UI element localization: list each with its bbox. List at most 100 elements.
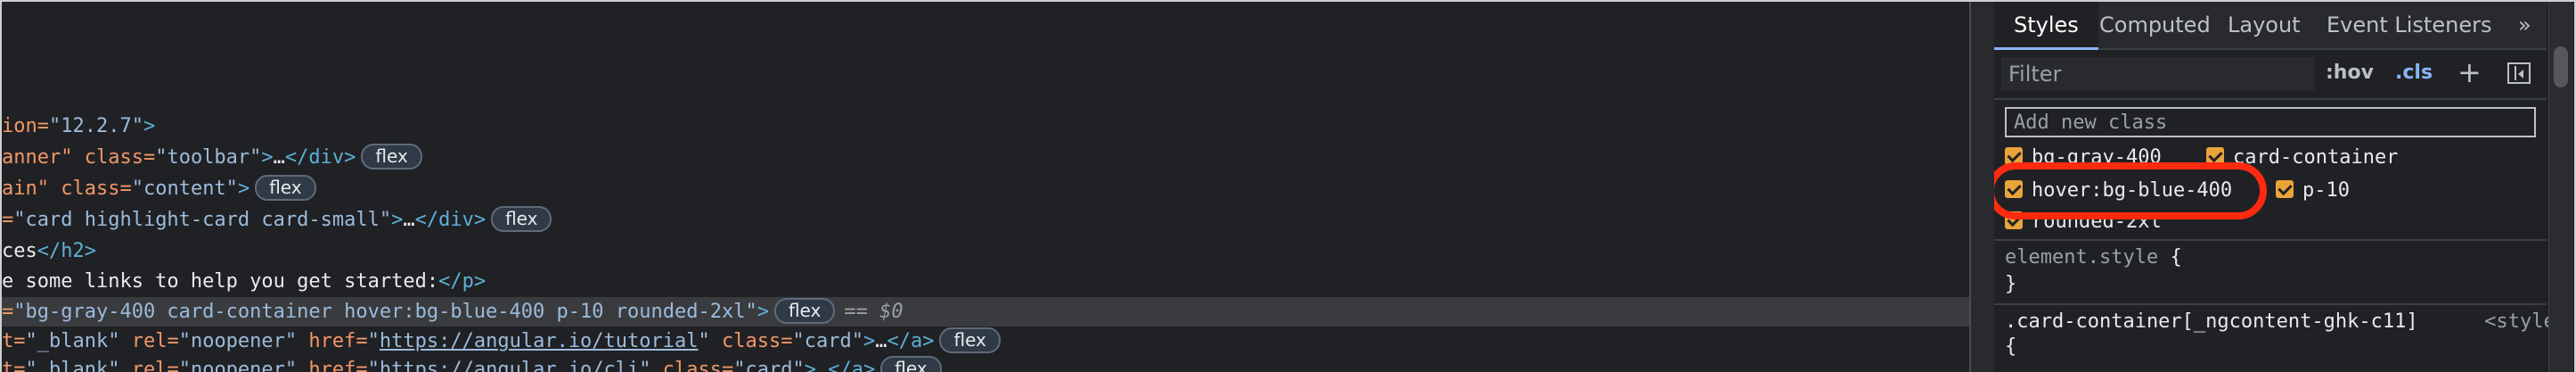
dom-node[interactable]: ="card highlight-card card-small">…</div… xyxy=(2,205,1969,235)
dom-token: </a> xyxy=(887,330,935,352)
flex-badge[interactable]: flex xyxy=(491,206,552,232)
dom-token: > xyxy=(804,359,817,372)
dom-token: anner" xyxy=(2,146,85,169)
flex-badge[interactable]: flex xyxy=(880,356,942,372)
dom-token: ain" xyxy=(2,178,61,200)
dom-token: "noopener" xyxy=(178,330,309,352)
class-toggle-item[interactable]: bg-gray-400 xyxy=(2005,143,2162,173)
toggle-sidebar-icon[interactable] xyxy=(2507,62,2531,84)
css-rule-selector[interactable]: .card-container[_ngcontent-ghk-c11] xyxy=(2005,310,2418,333)
dom-node[interactable]: ion="12.2.7"> xyxy=(2,112,1969,141)
class-label: rounded-2xl xyxy=(2032,211,2162,233)
elements-dom-tree[interactable]: ion="12.2.7"> anner" class="toolbar">…</d… xyxy=(2,2,1969,372)
section-separator xyxy=(1994,303,2547,305)
dom-token: class= xyxy=(722,330,793,352)
attribute-link[interactable]: https://angular.io/cli xyxy=(380,359,639,372)
element-style-close-brace: } xyxy=(2005,273,2017,295)
dom-token: > xyxy=(756,301,769,323)
dom-token: … xyxy=(875,330,887,352)
dom-node[interactable]: anner" class="toolbar">…</div> flex xyxy=(2,143,1969,172)
dom-token: "bg-gray-400 card-container hover:bg-blu… xyxy=(13,301,757,323)
dom-token: "noopener" xyxy=(178,359,309,372)
dom-token: … xyxy=(403,209,415,231)
checkbox-checked-icon[interactable] xyxy=(2005,211,2023,229)
new-style-rule-plus-icon[interactable]: + xyxy=(2457,55,2482,89)
dom-token: </div> xyxy=(414,209,487,231)
dom-token: </h2> xyxy=(37,240,96,262)
dom-token: "content" xyxy=(131,178,238,200)
dom-token: href= xyxy=(308,330,368,352)
class-toggle-item[interactable]: hover:bg-blue-400 xyxy=(2005,176,2232,206)
dom-token: " xyxy=(639,359,663,372)
dom-token: t= xyxy=(2,359,26,372)
flex-badge[interactable]: flex xyxy=(361,144,422,169)
sidebar-tabbar: Styles Computed Layout Event Listeners » xyxy=(1994,2,2547,50)
dom-token: … xyxy=(273,146,285,169)
flex-badge[interactable]: flex xyxy=(773,298,836,324)
scrollbar-thumb[interactable] xyxy=(2554,46,2568,87)
class-label: p-10 xyxy=(2302,179,2350,202)
dom-token: " xyxy=(367,330,380,352)
dom-node[interactable]: ain" class="content"> flex xyxy=(2,174,1969,203)
class-label: bg-gray-400 xyxy=(2032,146,2162,169)
dom-node-selected[interactable]: ="bg-gray-400 card-container hover:bg-bl… xyxy=(2,297,1969,327)
dom-node[interactable]: t="_blank" rel="noopener" href="https://… xyxy=(2,327,1969,356)
tab-styles[interactable]: Styles xyxy=(1994,2,2098,50)
panel-resize-sash[interactable] xyxy=(1971,2,1994,372)
dom-token: > xyxy=(391,209,404,231)
attribute-link[interactable]: https://angular.io/tutorial xyxy=(380,330,699,352)
class-toggle-item[interactable]: p-10 xyxy=(2276,176,2350,206)
dom-token: class= xyxy=(84,146,156,169)
dom-token: </div> xyxy=(284,146,356,169)
dom-token: > xyxy=(237,178,250,200)
dom-token: e some links to help you get started: xyxy=(2,270,439,293)
class-label: card-container xyxy=(2233,146,2399,169)
checkbox-checked-icon[interactable] xyxy=(2005,180,2023,198)
flex-badge[interactable]: flex xyxy=(939,327,1001,353)
dom-token: rel= xyxy=(131,330,179,352)
class-toggle-item[interactable]: card-container xyxy=(2206,143,2398,173)
dom-token: "_blank" xyxy=(25,359,132,372)
dom-token: … xyxy=(816,359,829,372)
styles-filter-input[interactable] xyxy=(2001,57,2315,91)
section-separator xyxy=(1994,239,2547,241)
styles-sidebar: Styles Computed Layout Event Listeners »… xyxy=(1994,2,2574,372)
dom-token: " xyxy=(698,330,723,352)
dom-node[interactable]: ces</h2> xyxy=(2,236,1969,266)
css-rule-open-brace: { xyxy=(2005,335,2017,358)
dom-token: "12.2.7" xyxy=(48,115,143,137)
dom-node[interactable]: t="_blank" rel="noopener" href="https://… xyxy=(2,355,1969,372)
dom-token: "_blank" xyxy=(25,330,132,352)
tab-layout[interactable]: Layout xyxy=(2228,2,2301,48)
dom-token: " xyxy=(367,359,380,372)
dom-token: "card" xyxy=(792,330,863,352)
dom-token: ces xyxy=(2,240,37,262)
element-style-selector[interactable]: element.style { xyxy=(2005,246,2182,269)
tab-computed[interactable]: Computed xyxy=(2099,2,2211,48)
dom-token: href= xyxy=(308,359,368,372)
dom-token: rel= xyxy=(131,359,179,372)
tab-event-listeners[interactable]: Event Listeners xyxy=(2327,2,2491,48)
dom-token: ion= xyxy=(2,115,49,137)
dom-token: </p> xyxy=(438,270,487,293)
dom-token: > xyxy=(143,115,156,137)
hover-state-toggle[interactable]: :hov xyxy=(2326,62,2374,84)
checkbox-checked-icon[interactable] xyxy=(2206,147,2224,165)
more-tabs-chevron-icon[interactable]: » xyxy=(2518,2,2531,48)
styles-filter-bar: :hov .cls + xyxy=(1994,50,2547,100)
dom-token: = xyxy=(2,301,14,323)
dom-token: > xyxy=(863,330,876,352)
dom-token: class= xyxy=(61,178,132,200)
flex-badge[interactable]: flex xyxy=(255,175,316,201)
add-new-class-input[interactable] xyxy=(2005,107,2536,137)
class-toggle[interactable]: .cls xyxy=(2395,62,2433,84)
checkbox-checked-icon[interactable] xyxy=(2276,180,2294,198)
dom-token: "toolbar" xyxy=(155,146,262,169)
styles-scrollbar[interactable] xyxy=(2548,2,2573,372)
checkbox-checked-icon[interactable] xyxy=(2005,147,2023,165)
dom-token: = xyxy=(2,209,14,231)
dom-token: t= xyxy=(2,330,26,352)
class-toggle-item[interactable]: rounded-2xl xyxy=(2005,207,2162,237)
dom-node[interactable]: e some links to help you get started:</p… xyxy=(2,267,1969,296)
dom-token: > xyxy=(261,146,274,169)
